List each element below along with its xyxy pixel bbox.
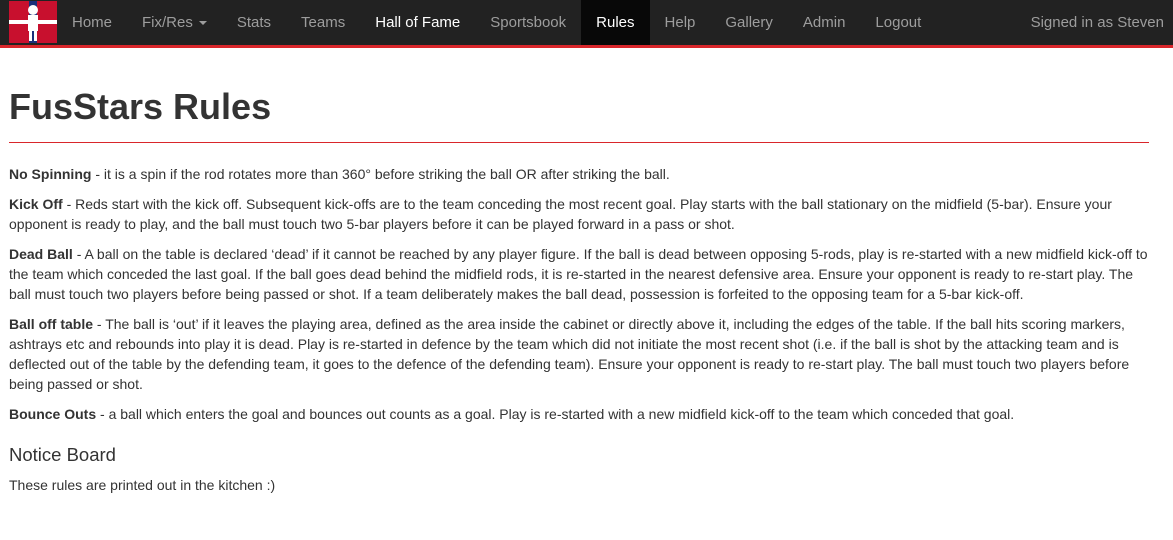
page-title: FusStars Rules bbox=[9, 86, 272, 127]
top-navbar: Home Fix/Res Stats Teams Hall of Fame Sp… bbox=[0, 0, 1173, 48]
rule-bounce-outs: Bounce Outs - a ball which enters the go… bbox=[9, 404, 1149, 424]
nav-teams-label: Teams bbox=[301, 14, 346, 31]
rule-term: Kick Off bbox=[9, 196, 63, 212]
nav-home-label: Home bbox=[72, 14, 113, 31]
caret-down-icon bbox=[198, 20, 207, 25]
nav-sportsbook[interactable]: Sportsbook bbox=[475, 0, 581, 45]
nav-teams[interactable]: Teams bbox=[286, 0, 360, 45]
nav-hall-of-fame[interactable]: Hall of Fame bbox=[360, 0, 475, 45]
main-nav: Home Fix/Res Stats Teams Hall of Fame Sp… bbox=[57, 0, 936, 45]
nav-rules[interactable]: Rules bbox=[581, 0, 650, 45]
rule-term: No Spinning bbox=[9, 166, 92, 182]
rule-text: - A ball on the table is declared ‘dead’… bbox=[9, 246, 1148, 302]
rules-list: No Spinning - it is a spin if the rod ro… bbox=[9, 164, 1149, 424]
signed-in-status: Signed in as Steven bbox=[1030, 14, 1164, 31]
rule-term: Ball off table bbox=[9, 316, 94, 332]
rule-ball-off-table: Ball off table - The ball is ‘out’ if it… bbox=[9, 314, 1149, 394]
notice-board-text: These rules are printed out in the kitch… bbox=[9, 477, 276, 493]
nav-sportsbook-label: Sportsbook bbox=[490, 14, 567, 31]
main-content: FusStars Rules No Spinning - it is a spi… bbox=[9, 48, 1149, 495]
rule-text: - Reds start with the kick off. Subseque… bbox=[9, 196, 1112, 232]
nav-home[interactable]: Home bbox=[57, 0, 127, 45]
rule-term: Bounce Outs bbox=[9, 406, 97, 422]
nav-stats[interactable]: Stats bbox=[222, 0, 286, 45]
nav-gallery-label: Gallery bbox=[725, 14, 773, 31]
title-divider bbox=[9, 142, 1149, 143]
rule-dead-ball: Dead Ball - A ball on the table is decla… bbox=[9, 244, 1149, 304]
rule-no-spinning: No Spinning - it is a spin if the rod ro… bbox=[9, 164, 1149, 184]
rule-text: - The ball is ‘out’ if it leaves the pla… bbox=[9, 316, 1130, 392]
nav-stats-label: Stats bbox=[236, 14, 272, 31]
rule-text: - it is a spin if the rod rotates more t… bbox=[91, 166, 670, 182]
nav-help[interactable]: Help bbox=[650, 0, 711, 45]
nav-admin[interactable]: Admin bbox=[788, 0, 861, 45]
nav-help-label: Help bbox=[664, 14, 696, 31]
nav-admin-label: Admin bbox=[802, 14, 846, 31]
rule-term: Dead Ball bbox=[9, 246, 73, 262]
foosball-logo-icon[interactable] bbox=[9, 1, 57, 43]
nav-logout[interactable]: Logout bbox=[860, 0, 936, 45]
nav-hall-of-fame-label: Hall of Fame bbox=[375, 14, 461, 31]
notice-board-heading: Notice Board bbox=[9, 444, 116, 465]
nav-gallery[interactable]: Gallery bbox=[710, 0, 788, 45]
nav-fixres-dropdown[interactable]: Fix/Res bbox=[127, 0, 222, 45]
rule-kick-off: Kick Off - Reds start with the kick off.… bbox=[9, 194, 1149, 234]
nav-fixres-label: Fix/Res bbox=[142, 14, 193, 31]
nav-rules-label: Rules bbox=[596, 14, 635, 31]
nav-logout-label: Logout bbox=[875, 14, 922, 31]
rule-text: - a ball which enters the goal and bounc… bbox=[96, 406, 1015, 422]
